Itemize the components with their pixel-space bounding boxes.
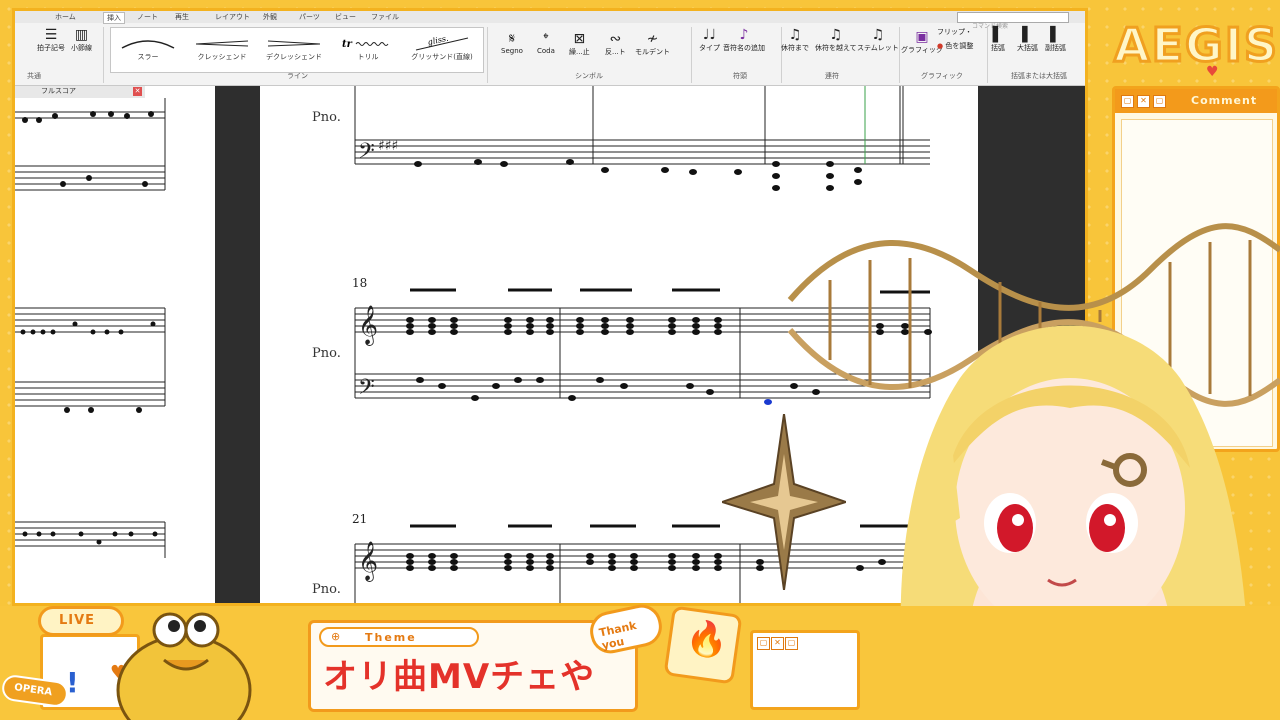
fire-badge: 🔥 xyxy=(663,605,743,685)
group-label-graphic: グラフィック xyxy=(921,72,963,80)
fullscore-staves xyxy=(15,98,166,558)
gamepad-icon: ⊕ xyxy=(331,630,341,643)
theme-text: オリ曲MVチェや xyxy=(323,657,596,697)
theme-tab: ⊕ Theme xyxy=(319,627,479,647)
stream-logo: AEGIS xyxy=(1112,14,1278,74)
glissando-icon: gliss. xyxy=(415,34,469,51)
small-window: ▢ ✕ ▢ xyxy=(750,630,860,710)
barline-icon: ▥ xyxy=(74,27,89,43)
bracket-icon: ▌ xyxy=(992,27,1004,43)
heart-icon: ♥ xyxy=(1206,64,1219,80)
bird-mascot xyxy=(116,612,252,720)
tab-notes[interactable]: ノート xyxy=(137,12,158,22)
ribbon-separator xyxy=(987,27,988,83)
segno-button[interactable]: 𝄋 Segno xyxy=(501,31,523,55)
group-label-common: 共通 xyxy=(27,72,41,80)
trill-icon: tr xyxy=(342,39,389,50)
slur-icon xyxy=(121,40,175,49)
svg-text:𝄢: 𝄢 xyxy=(358,375,375,405)
svg-text:tr: tr xyxy=(342,39,353,50)
ribbon-separator xyxy=(103,27,104,83)
ribbon-separator xyxy=(487,27,488,83)
decrescendo-button[interactable]: デクレッシェンド xyxy=(259,32,329,68)
stemlet-icon: ♫ xyxy=(871,27,885,43)
glissando-button[interactable]: gliss. グリッサンド(直線) xyxy=(407,32,477,68)
sub-bracket-button[interactable]: ▌ 副括弧 xyxy=(1045,27,1066,53)
ribbon-toolbar: ホーム 挿入 ノート 再生 レイアウト 外観 パーツ ビュー ファイル コマンド… xyxy=(15,11,1085,86)
color-icon: ● xyxy=(937,42,944,50)
command-search-input[interactable]: コマンド検索 xyxy=(957,12,1069,30)
adjust-color-button[interactable]: ● 色を調整 xyxy=(937,41,973,51)
gold-star-decoration xyxy=(722,414,846,590)
close-icon: ✕ xyxy=(771,637,784,650)
time-signature-icon: ☰ xyxy=(44,27,58,43)
crescendo-icon xyxy=(195,40,249,47)
maximize-icon[interactable]: ▢ xyxy=(1153,95,1166,108)
notes-icon: ♩♩ xyxy=(702,27,717,43)
beam-icon: ♫ xyxy=(829,27,843,43)
crescendo-button[interactable]: クレッシェンド xyxy=(187,32,257,68)
comment-title: Comment xyxy=(1191,94,1258,107)
svg-text:𝄢: 𝄢 xyxy=(358,139,375,169)
exclamation-icon: ! xyxy=(66,666,79,699)
ribbon-tab-strip: ホーム 挿入 ノート 再生 レイアウト 外観 パーツ ビュー ファイル コマンド… xyxy=(15,11,1085,30)
svg-text:♯♯♯: ♯♯♯ xyxy=(378,138,398,154)
group-label-lines: ライン xyxy=(287,72,308,80)
close-icon[interactable]: ✕ xyxy=(1137,95,1150,108)
lines-gallery: スラー クレッシェンド デクレッシェンド tr トリル gliss. グリッサン… xyxy=(110,27,484,73)
tab-layout[interactable]: レイアウト xyxy=(215,12,250,22)
tab-appearance[interactable]: 外観 xyxy=(263,12,277,22)
beam-icon: ♫ xyxy=(788,27,802,43)
notehead-type-button[interactable]: ♩♩ タイプ xyxy=(699,27,720,53)
svg-text:𝄞: 𝄞 xyxy=(358,305,378,346)
minimize-icon[interactable]: ▢ xyxy=(1121,95,1134,108)
segno-icon: 𝄋 xyxy=(508,31,515,47)
fire-icon: 🔥 xyxy=(683,616,731,663)
trill-button[interactable]: tr トリル xyxy=(333,32,403,68)
tab-insert[interactable]: 挿入 xyxy=(103,12,125,24)
group-label-notation: 符頭 xyxy=(733,72,747,80)
theme-panel: ⊕ Theme オリ曲MVチェや xyxy=(308,620,638,712)
flip-button[interactable]: フリップ・ xyxy=(937,27,972,37)
tab-play[interactable]: 再生 xyxy=(175,12,189,22)
fullscore-tab[interactable]: フルスコア xyxy=(15,86,145,98)
repeat-end-button[interactable]: ⊠ 繰...止 xyxy=(569,31,590,57)
group-label-symbols: シンボル xyxy=(575,72,603,80)
comment-titlebar: ▢ ✕ ▢ Comment xyxy=(1115,89,1277,113)
coda-icon: 𝄌 xyxy=(543,31,549,47)
svg-text:𝄞: 𝄞 xyxy=(358,541,378,582)
group-label-brackets: 括弧または大括弧 xyxy=(1011,72,1067,80)
barline-button[interactable]: ▥ 小節線 xyxy=(71,27,92,53)
fullscore-panel[interactable]: フルスコア ✕ xyxy=(15,86,215,603)
tab-view[interactable]: ビュー xyxy=(335,12,356,22)
mordent-icon: ≁ xyxy=(646,31,659,47)
time-signature-button[interactable]: ☰ 拍子記号 xyxy=(37,27,65,53)
stemlet-button[interactable]: ♫ ステムレット xyxy=(857,27,899,53)
group-label-rhythm: 連符 xyxy=(825,72,839,80)
repeat-icon: ⊠ xyxy=(573,31,586,47)
turn-icon: ∾ xyxy=(609,31,622,47)
coda-button[interactable]: 𝄌 Coda xyxy=(537,31,555,55)
minimize-icon: ▢ xyxy=(757,637,770,650)
mordent-button[interactable]: ≁ モルデント xyxy=(635,31,670,57)
reverse-turn-button[interactable]: ∾ 反...ト xyxy=(605,31,626,57)
maximize-icon: ▢ xyxy=(785,637,798,650)
decrescendo-icon xyxy=(267,40,321,47)
brace-button[interactable]: ▌ 大括弧 xyxy=(1017,27,1038,53)
brace-icon: ▌ xyxy=(1022,27,1033,43)
ribbon-separator xyxy=(691,27,692,83)
slur-button[interactable]: スラー xyxy=(113,32,183,68)
tab-parts[interactable]: パーツ xyxy=(299,12,320,22)
close-icon[interactable]: ✕ xyxy=(133,87,142,96)
sub-bracket-icon: ▌ xyxy=(1050,27,1061,43)
tab-file[interactable]: ファイル xyxy=(371,12,399,22)
note-name-icon: ♪ xyxy=(739,27,749,43)
add-note-name-button[interactable]: ♪ 音符名の追加 xyxy=(723,27,765,53)
tab-home[interactable]: ホーム xyxy=(55,12,76,22)
logo-text: AEGIS xyxy=(1112,17,1280,74)
bracket-button[interactable]: ▌ 括弧 xyxy=(991,27,1005,53)
ribbon-separator xyxy=(899,27,900,83)
beam-over-rest-button[interactable]: ♫ 休符を越えて xyxy=(815,27,857,53)
beam-to-rest-button[interactable]: ♫ 休符まで xyxy=(781,27,809,53)
